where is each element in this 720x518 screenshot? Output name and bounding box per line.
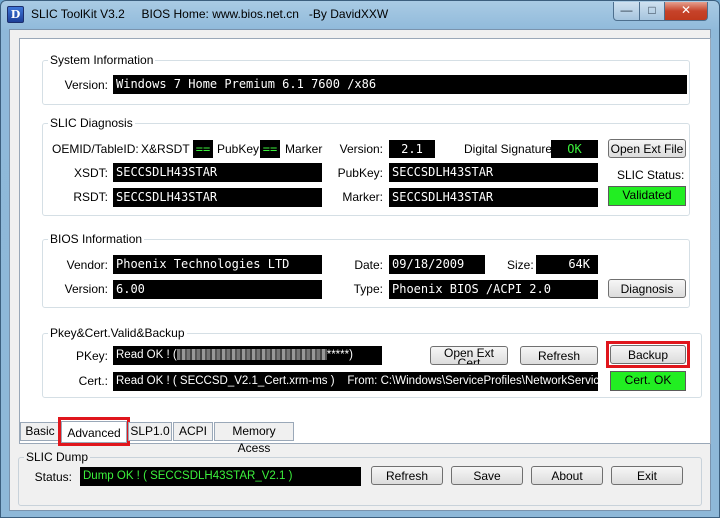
title-bar[interactable]: D SLIC ToolKit V3.2 BIOS Home: www.bios.… bbox=[1, 1, 719, 29]
tab-page-advanced: System Information Version: Windows 7 Ho… bbox=[19, 38, 711, 444]
marker-match-indicator: == bbox=[260, 140, 280, 158]
xsdt-field: SECCSDLH43STAR bbox=[113, 163, 322, 182]
masked-product-key bbox=[176, 349, 327, 361]
tab-slp10[interactable]: SLP1.0 bbox=[128, 422, 172, 441]
slic-dump-legend: SLIC Dump bbox=[26, 450, 89, 464]
digital-signature-field: OK bbox=[551, 140, 598, 158]
save-button[interactable]: Save bbox=[451, 466, 523, 485]
close-button[interactable]: ✕ bbox=[664, 2, 708, 21]
oemid-label: OEMID/TableID: bbox=[52, 142, 139, 156]
app-icon[interactable]: D bbox=[7, 6, 24, 23]
rsdt-field: SECCSDLH43STAR bbox=[113, 188, 322, 207]
client-area: System Information Version: Windows 7 Ho… bbox=[9, 29, 711, 511]
about-button[interactable]: About bbox=[531, 466, 603, 485]
slic-version-field: 2.1 bbox=[389, 140, 435, 158]
vendor-label: Vendor: bbox=[66, 258, 108, 272]
os-version-field: Windows 7 Home Premium 6.1 7600 /x86 bbox=[113, 75, 687, 94]
xsdt-label: XSDT: bbox=[73, 166, 108, 180]
minimize-button[interactable]: — bbox=[613, 2, 640, 21]
pkey-mask-suffix: *****) bbox=[326, 349, 353, 361]
cert-label: Cert.: bbox=[78, 374, 108, 388]
bios-size-field: 64K bbox=[536, 255, 598, 274]
slic-status-label: SLIC Status: bbox=[617, 168, 685, 182]
slic-version-label: Version: bbox=[339, 142, 383, 156]
bios-type-field: Phoenix BIOS /ACPI 2.0 bbox=[389, 280, 598, 299]
advanced-tab-highlight bbox=[58, 417, 130, 446]
pubkey-match-indicator: == bbox=[193, 140, 213, 158]
tab-acpi[interactable]: ACPI bbox=[173, 422, 213, 441]
marker-check-label: Marker bbox=[285, 142, 323, 156]
cert-status-text: Read OK ! ( SECCSD_V2.1_Cert.xrm-ms ) bbox=[116, 375, 335, 387]
open-ext-cert-button[interactable]: Open Ext Cert bbox=[430, 346, 508, 365]
pkey-cert-legend: Pkey&Cert.Valid&Backup bbox=[50, 326, 185, 340]
pubkey-field: SECCSDLH43STAR bbox=[389, 163, 598, 182]
marker-field: SECCSDLH43STAR bbox=[389, 188, 598, 207]
rsdt-label: RSDT: bbox=[73, 190, 108, 204]
bios-type-label: Type: bbox=[353, 282, 383, 296]
pubkey-check-label: PubKey bbox=[217, 142, 260, 156]
exit-button[interactable]: Exit bbox=[611, 466, 683, 485]
maximize-button[interactable]: □ bbox=[639, 2, 665, 21]
marker-label: Marker: bbox=[342, 190, 383, 204]
dump-refresh-button[interactable]: Refresh bbox=[371, 466, 443, 485]
bios-date-label: Date: bbox=[354, 258, 383, 272]
backup-button[interactable]: Backup bbox=[610, 345, 686, 364]
oemid-value: X&RSDT bbox=[141, 142, 190, 156]
cert-source-path: From: C:\Windows\ServiceProfiles\Network… bbox=[347, 375, 598, 387]
app-window: D SLIC ToolKit V3.2 BIOS Home: www.bios.… bbox=[0, 0, 720, 518]
window-title: SLIC ToolKit V3.2 BIOS Home: www.bios.ne… bbox=[31, 7, 389, 21]
digital-signature-label: Digital Signature: bbox=[464, 142, 556, 156]
bios-size-label: Size: bbox=[507, 258, 534, 272]
pkey-label: PKey: bbox=[75, 349, 108, 363]
slic-diagnosis-legend: SLIC Diagnosis bbox=[50, 116, 133, 130]
cert-status-badge: Cert. OK bbox=[610, 371, 686, 391]
pkey-field: Read OK ! ( *****) bbox=[113, 346, 382, 365]
pkey-status-text: Read OK ! ( bbox=[116, 349, 177, 361]
diagnosis-button[interactable]: Diagnosis bbox=[608, 279, 686, 298]
vendor-field: Phoenix Technologies LTD bbox=[113, 255, 322, 274]
cert-field: Read OK ! ( SECCSD_V2.1_Cert.xrm-ms ) Fr… bbox=[113, 372, 598, 391]
tab-basic[interactable]: Basic bbox=[20, 422, 60, 441]
bios-version-label: Version: bbox=[64, 282, 108, 296]
os-version-label: Version: bbox=[64, 78, 108, 92]
bios-date-field: 09/18/2009 bbox=[389, 255, 485, 274]
slic-status-badge: Validated bbox=[608, 186, 686, 206]
dump-status-label: Status: bbox=[34, 470, 72, 484]
bios-info-legend: BIOS Information bbox=[50, 232, 143, 246]
pkey-refresh-button[interactable]: Refresh bbox=[520, 346, 598, 365]
tab-memory-acess[interactable]: Memory Acess bbox=[214, 422, 294, 455]
system-info-legend: System Information bbox=[50, 53, 154, 67]
pubkey-label: PubKey: bbox=[337, 166, 383, 180]
open-ext-file-button[interactable]: Open Ext File bbox=[608, 139, 686, 158]
dump-status-field: Dump OK ! ( SECCSDLH43STAR_V2.1 ) bbox=[80, 467, 361, 486]
bios-version-field: 6.00 bbox=[113, 280, 322, 299]
